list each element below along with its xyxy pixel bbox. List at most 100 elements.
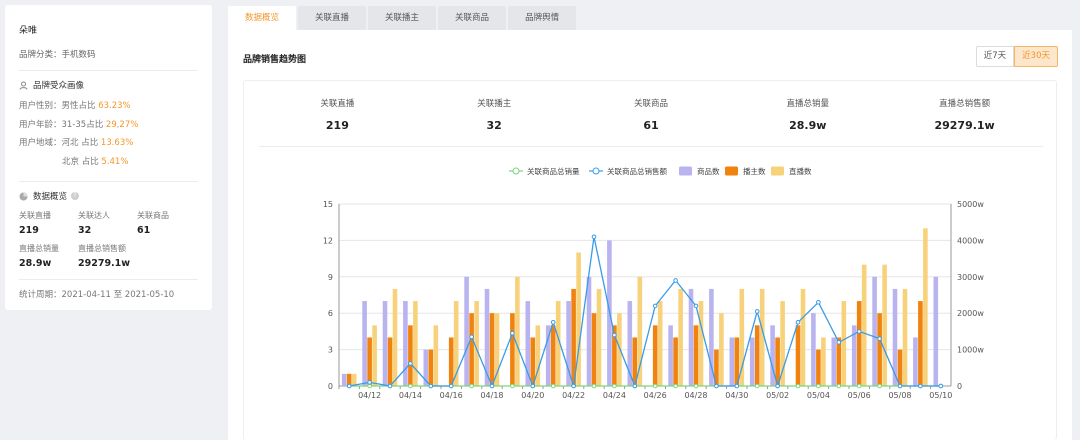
- sales-amount-line-point: [408, 361, 413, 366]
- live-bar: [841, 301, 847, 386]
- live-bar: [372, 325, 377, 386]
- sales-amount-line-point: [591, 234, 597, 240]
- range-7d-button[interactable]: 近7天: [975, 46, 1015, 67]
- gender-info: 用户性别：男性占比 63.23%: [19, 101, 131, 111]
- anchor-bar: [428, 349, 434, 386]
- y-right-tick-label: 4000w: [957, 236, 984, 245]
- goods-bar: [811, 313, 816, 386]
- trend-card: 关联直播 219 关联播主 32 关联商品 61 直播总销量 28.9w 直播总销售额 2…: [243, 80, 1057, 440]
- sales-volume-line-point: [469, 383, 474, 389]
- goods-bar: [341, 373, 347, 386]
- audience-title: 品牌受众画像: [33, 81, 85, 91]
- legend-line-symbol: [512, 167, 520, 175]
- x-tick-label: 04/26: [644, 391, 667, 400]
- brand-category: 品牌分类：手机数码: [19, 50, 96, 60]
- live-bar: [637, 276, 643, 386]
- goods-bar: [586, 276, 592, 386]
- goods-bar: [913, 337, 918, 386]
- anchor-bar: [673, 337, 678, 386]
- y-right-tick-label: 2000w: [957, 309, 984, 318]
- anchor-bar: [795, 325, 801, 386]
- goods-bar: [464, 276, 469, 386]
- anchor-bar: [754, 325, 760, 386]
- anchor-bar: [856, 301, 862, 386]
- legend-label: 关联商品总销售额: [607, 166, 667, 176]
- live-bar: [698, 301, 704, 386]
- sales-volume-line-point: [693, 383, 699, 389]
- tab-overview[interactable]: 数据概览: [228, 6, 297, 30]
- x-tick-label: 04/16: [440, 391, 463, 400]
- sales-amount-line-point: [673, 278, 678, 283]
- x-tick-label: 04/20: [521, 391, 544, 400]
- goods-bar: [566, 301, 571, 386]
- live-bar: [596, 288, 602, 386]
- live-bar: [821, 337, 826, 386]
- goods-bar: [688, 288, 694, 386]
- sales-amount-line-point: [632, 383, 638, 389]
- y-left-tick-label: 3: [328, 346, 333, 355]
- x-tick-label: 04/24: [603, 391, 626, 400]
- sales-amount-line-point: [469, 334, 474, 340]
- goods-bar: [729, 337, 735, 386]
- divider: [19, 181, 198, 182]
- anchor-bar: [652, 325, 658, 386]
- sales-amount-line-point: [367, 380, 372, 385]
- anchor-bar: [530, 337, 536, 386]
- user-icon: [19, 81, 28, 90]
- live-bar: [902, 288, 908, 386]
- sales-volume-line-point: [550, 383, 556, 389]
- sales-volume-line-point: [673, 383, 678, 389]
- sales-volume-line-point: [795, 383, 801, 389]
- x-tick-label: 04/18: [480, 391, 503, 400]
- trend-chart: 0 3 6 9 12 15 0 1000w 2000w 3000w 4000w 5000w 04/12 0…: [323, 166, 985, 400]
- anchor-bar: [836, 337, 842, 386]
- x-tick-label: 04/22: [562, 391, 585, 400]
- anchor-bar: [448, 337, 454, 386]
- live-bar: [719, 313, 724, 386]
- tab-sentiment[interactable]: 品牌舆情: [508, 6, 577, 30]
- stat-item: 直播总销量 28.9w: [19, 244, 59, 269]
- sales-volume-line-point: [408, 383, 413, 389]
- sales-amount-line-point: [571, 383, 576, 389]
- y-left-tick-label: 12: [323, 236, 333, 245]
- legend-label: 直播数: [789, 166, 812, 176]
- anchor-bar: [387, 337, 393, 386]
- live-bar: [494, 313, 500, 386]
- tab-live[interactable]: 关联直播: [298, 6, 367, 30]
- range-30d-button[interactable]: 近30天: [1014, 46, 1058, 67]
- page-title: 品牌销售趋势图: [243, 55, 307, 65]
- stat-item: 直播总销售额 29279.1w: [78, 244, 131, 269]
- region2-info: 北京 占比 5.41%: [62, 156, 129, 167]
- stat-item: 关联直播 219: [19, 211, 51, 236]
- help-icon[interactable]: ?: [71, 192, 80, 200]
- anchor-bar: [408, 325, 413, 386]
- sales-amount-line-point: [510, 330, 515, 336]
- live-bar: [923, 228, 928, 386]
- tab-goods[interactable]: 关联商品: [438, 6, 507, 30]
- region-info: 用户地域：河北 占比 13.63%: [19, 138, 134, 148]
- goods-bar: [749, 337, 755, 386]
- live-bar: [433, 325, 439, 386]
- live-bar: [861, 264, 867, 386]
- sales-volume-line-point: [754, 383, 760, 389]
- sales-volume-line-point: [510, 383, 515, 389]
- sales-amount-line-point: [734, 383, 740, 389]
- live-bar: [678, 288, 683, 386]
- x-tick-label: 04/28: [684, 391, 707, 400]
- y-right-tick-label: 0: [957, 382, 962, 391]
- anchor-bar: [510, 313, 515, 386]
- sales-amount-line-point: [836, 340, 842, 345]
- sales-amount-line-point: [856, 329, 862, 334]
- sales-amount-line-point: [346, 383, 352, 389]
- sales-amount-line-point: [795, 320, 801, 325]
- divider: [19, 279, 198, 280]
- sales-amount-line-point: [775, 383, 780, 389]
- x-tick-label: 05/06: [848, 391, 871, 400]
- goods-bar: [382, 301, 388, 386]
- legend-label: 关联商品总销量: [527, 166, 580, 176]
- tab-anchor[interactable]: 关联播主: [368, 6, 437, 30]
- sales-amount-line-point: [938, 383, 944, 389]
- legend-bar-symbol: [679, 166, 692, 176]
- age-info: 用户年龄：31-35占比 29,27%: [19, 119, 139, 130]
- sales-amount-line-point: [428, 383, 434, 389]
